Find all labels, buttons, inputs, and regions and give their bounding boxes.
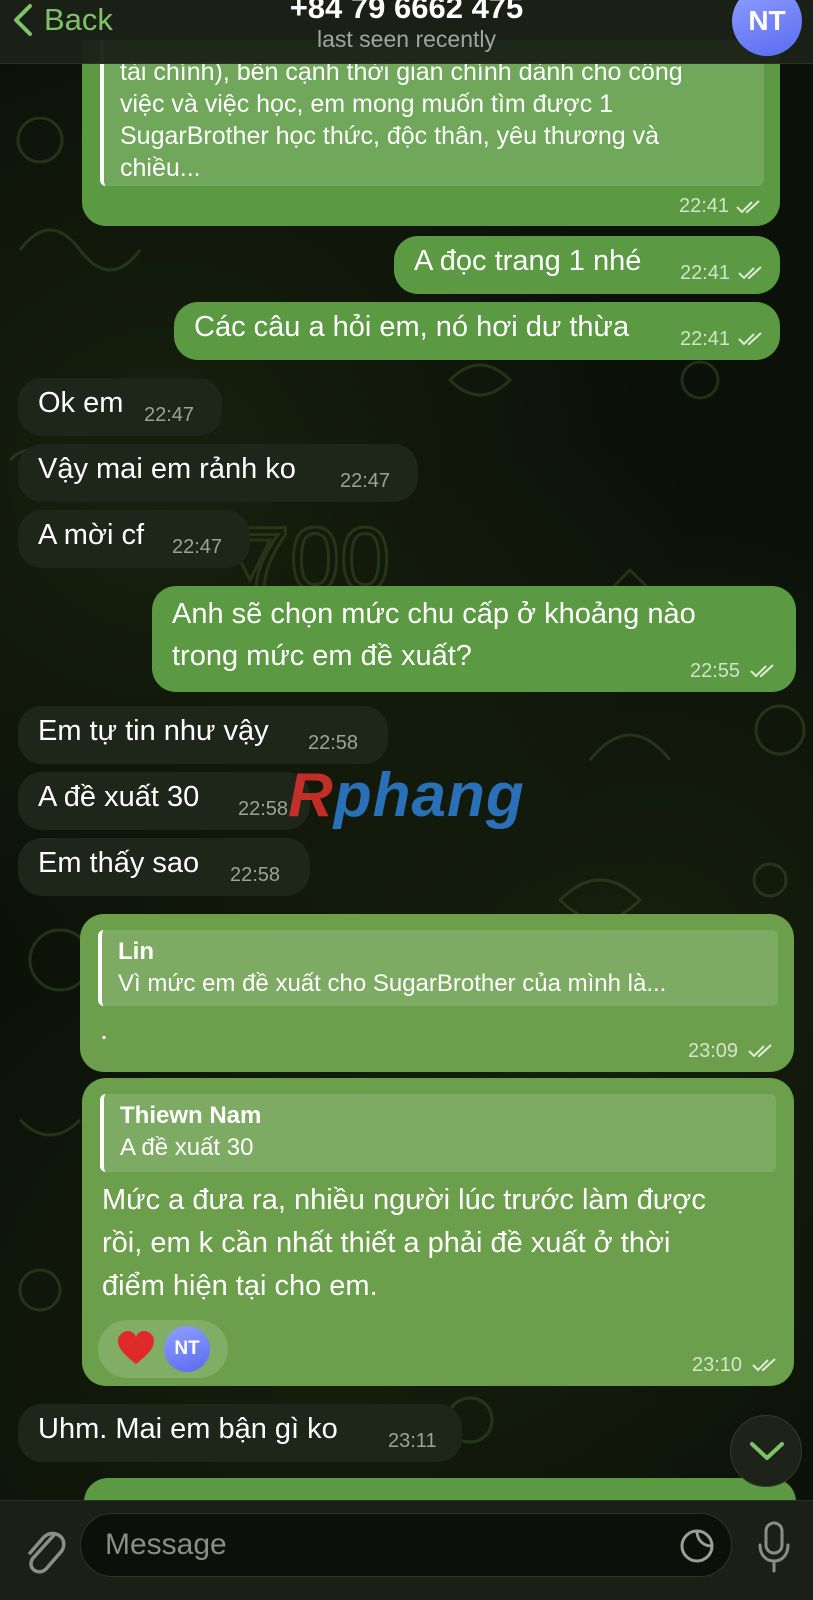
reply-quote[interactable]: Lin Vì mức em đề xuất cho SugarBrother c… xyxy=(98,930,778,1006)
quoted-text-line: SugarBrother học thức, độc thân, yêu thư… xyxy=(120,122,660,150)
message-text: A mời cf xyxy=(38,519,145,551)
message-text: . xyxy=(100,1014,109,1046)
reply-author: Lin xyxy=(118,938,154,965)
sticker-icon[interactable] xyxy=(679,1528,715,1564)
message-text: A đọc trang 1 nhé xyxy=(414,245,642,277)
message-text: A đề xuất 30 xyxy=(38,781,200,813)
message-text: Các câu a hỏi em, nó hơi dư thừa xyxy=(194,311,630,343)
message-bubble-incoming[interactable]: Em tự tin như vậy 22:58 xyxy=(18,706,388,764)
double-check-icon xyxy=(752,1358,776,1372)
message-time: 22:47 xyxy=(340,470,391,492)
contact-name[interactable]: +84 79 6662 475 xyxy=(0,0,813,26)
message-bubble-outgoing[interactable]: tài chính), bên cạnh thời gian chính dàn… xyxy=(82,40,780,226)
message-text: Em tự tin như vậy xyxy=(38,715,269,747)
message-time: 23:09 xyxy=(688,1040,739,1062)
message-text: Uhm. Mai em bận gì ko xyxy=(38,1413,338,1445)
message-time: 22:58 xyxy=(308,732,359,754)
message-text-line: Anh sẽ chọn mức chu cấp ở khoảng nào xyxy=(172,598,696,630)
message-bubble-incoming[interactable]: Uhm. Mai em bận gì ko 23:11 xyxy=(18,1404,462,1462)
message-time: 22:47 xyxy=(172,536,223,558)
message-time: 22:58 xyxy=(238,798,289,820)
message-bubble-incoming[interactable]: Em thấy sao 22:58 xyxy=(18,838,310,896)
chevron-down-icon xyxy=(750,1442,784,1460)
message-time: 22:41 xyxy=(680,328,731,350)
message-text-line: điểm hiện tại cho em. xyxy=(102,1270,378,1302)
reaction-avatar: NT xyxy=(164,1326,210,1372)
message-text-line: Mức a đưa ra, nhiều người lúc trước làm … xyxy=(102,1184,706,1216)
message-text: Ok em xyxy=(38,387,124,419)
quoted-text-line: việc và việc học, em mong muốn tìm được … xyxy=(120,90,614,118)
reply-quote[interactable]: Thiewn Nam A đề xuất 30 xyxy=(100,1094,776,1172)
message-time: 22:47 xyxy=(144,404,195,426)
double-check-icon xyxy=(738,266,762,280)
contact-status: last seen recently xyxy=(317,26,496,52)
message-bubble-incoming[interactable]: A đề xuất 30 22:58 xyxy=(18,772,310,830)
chat-header: Back +84 79 6662 475 last seen recently … xyxy=(0,0,813,64)
message-text-line: rồi, em k cần nhất thiết a phải đề xuất … xyxy=(102,1227,671,1259)
double-check-icon xyxy=(748,1044,772,1058)
message-bubble-outgoing[interactable]: Các câu a hỏi em, nó hơi dư thừa 22:41 xyxy=(174,302,780,360)
double-check-icon xyxy=(736,200,760,214)
message-bubble-incoming[interactable]: A mời cf 22:47 xyxy=(18,510,250,568)
message-bubble-outgoing[interactable]: Anh sẽ chọn mức chu cấp ở khoảng nào tro… xyxy=(152,586,796,692)
message-bubble-incoming[interactable]: Ok em 22:47 xyxy=(18,378,222,436)
message-text: Vậy mai em rảnh ko xyxy=(38,453,296,485)
message-time: 23:10 xyxy=(692,1354,743,1376)
microphone-icon[interactable] xyxy=(756,1519,792,1575)
message-bubble-outgoing[interactable]: A đọc trang 1 nhé 22:41 xyxy=(394,236,780,294)
double-check-icon xyxy=(738,332,762,346)
message-bubble-incoming[interactable]: Vậy mai em rảnh ko 22:47 xyxy=(18,444,418,502)
message-time: 22:58 xyxy=(230,864,281,886)
reply-author: Thiewn Nam xyxy=(120,1102,262,1129)
avatar-initials: NT xyxy=(748,5,786,36)
message-time: 23:11 xyxy=(388,1430,437,1452)
message-text: Em thấy sao xyxy=(38,847,200,879)
watermark-logo: Rphang xyxy=(288,761,525,830)
message-time: 22:55 xyxy=(690,660,741,682)
heart-icon xyxy=(118,1331,154,1364)
reply-text: A đề xuất 30 xyxy=(120,1134,254,1161)
reply-text: Vì mức em đề xuất cho SugarBrother của m… xyxy=(118,970,667,997)
message-bubble-outgoing[interactable]: Lin Vì mức em đề xuất cho SugarBrother c… xyxy=(80,914,794,1072)
message-time: 22:41 xyxy=(679,195,730,217)
double-check-icon xyxy=(750,664,774,678)
quoted-text-line: chiều... xyxy=(120,154,201,182)
message-input[interactable] xyxy=(80,1513,732,1577)
message-time: 22:41 xyxy=(680,262,731,284)
message-field[interactable] xyxy=(105,1514,645,1576)
message-reactions[interactable]: NT xyxy=(98,1320,228,1378)
paperclip-icon[interactable] xyxy=(20,1521,66,1579)
message-input-bar xyxy=(0,1500,813,1600)
scroll-to-bottom-button[interactable] xyxy=(730,1415,802,1487)
message-text-line: trong mức em đề xuất? xyxy=(172,640,472,672)
